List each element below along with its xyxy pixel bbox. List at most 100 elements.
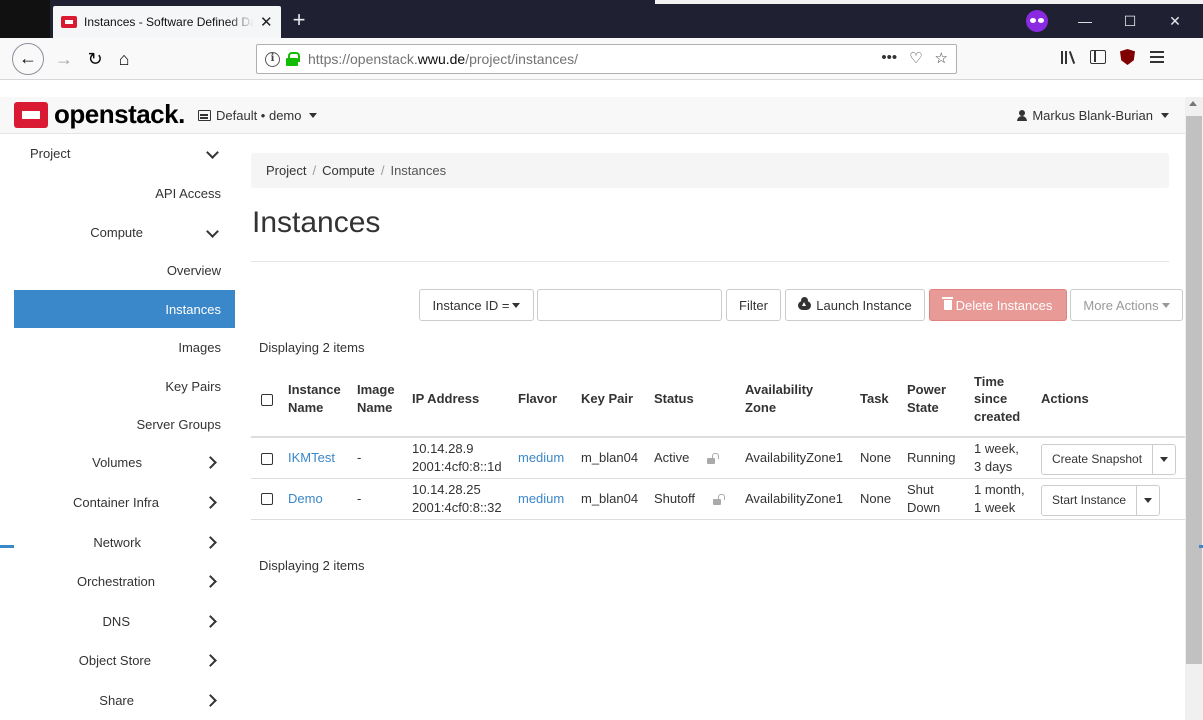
row-action-group: Create Snapshot bbox=[1041, 443, 1177, 475]
column-instance-name[interactable]: Instance Name bbox=[284, 362, 353, 438]
sidebar-item-instances[interactable]: Instances bbox=[14, 290, 235, 328]
sidebar-item-overview[interactable]: Overview bbox=[14, 251, 235, 289]
hamburger-menu-icon[interactable] bbox=[1149, 50, 1165, 64]
unlocked-icon bbox=[712, 493, 725, 505]
bookmark-star-icon[interactable]: ☆ bbox=[935, 49, 948, 67]
library-icon[interactable] bbox=[1060, 50, 1076, 64]
scrollbar-thumb[interactable] bbox=[1186, 116, 1202, 664]
page-title: Instances bbox=[252, 206, 381, 239]
sidebar-item-label: Overview bbox=[166, 262, 221, 278]
breadcrumb-compute[interactable]: Compute bbox=[322, 163, 375, 178]
openstack-logo[interactable]: openstack. bbox=[14, 99, 185, 130]
caret-down-icon bbox=[1144, 497, 1153, 503]
page-actions-icon[interactable]: ••• bbox=[881, 49, 897, 67]
sidebar-item-network[interactable]: Network bbox=[14, 523, 235, 561]
sidebar-item-object-store[interactable]: Object Store bbox=[14, 641, 235, 679]
browser-tab[interactable]: Instances - Software Defined Datacenter … bbox=[53, 6, 281, 38]
filter-button[interactable]: Filter bbox=[726, 289, 781, 321]
secure-lock-icon[interactable] bbox=[286, 52, 300, 66]
window-minimize-button[interactable]: — bbox=[1065, 8, 1105, 34]
column-task[interactable]: Task bbox=[856, 362, 903, 438]
sidebar-item-volumes[interactable]: Volumes bbox=[14, 443, 235, 481]
column-key-pair[interactable]: Key Pair bbox=[577, 362, 650, 438]
column-ip-address[interactable]: IP Address bbox=[408, 362, 514, 438]
sidebar-item-label: Object Store bbox=[78, 652, 151, 668]
breadcrumb-project[interactable]: Project bbox=[266, 163, 306, 178]
launch-instance-button[interactable]: Launch Instance bbox=[785, 289, 925, 321]
sidebar-item-project[interactable]: Project bbox=[14, 134, 235, 172]
column-time-since-created[interactable]: Time since created bbox=[970, 362, 1037, 438]
sidebar-item-label: Network bbox=[93, 534, 141, 550]
sidebar-nav: Project API Access Compute Overview Instance… bbox=[14, 134, 235, 720]
sidebar-item-container-infra[interactable]: Container Infra bbox=[14, 483, 235, 521]
column-flavor[interactable]: Flavor bbox=[514, 362, 577, 438]
ip-address: 10.14.28.9 2001:4cf0:8::1d bbox=[408, 437, 514, 479]
url-text[interactable]: https://openstack.wwu.de/project/instanc… bbox=[308, 51, 578, 67]
sidebar-item-orchestration[interactable]: Orchestration bbox=[14, 562, 235, 600]
select-all-checkbox[interactable] bbox=[261, 393, 273, 406]
more-actions-button[interactable]: More Actions bbox=[1070, 289, 1183, 321]
back-arrow-icon[interactable]: ← bbox=[12, 43, 44, 75]
sidebar-item-label: Orchestration bbox=[76, 573, 155, 589]
status: Active bbox=[650, 437, 741, 479]
column-image-name[interactable]: Image Name bbox=[353, 362, 408, 438]
key-pair: m_blan04 bbox=[577, 478, 650, 520]
sidebar-item-compute[interactable]: Compute bbox=[14, 213, 235, 251]
delete-instances-button[interactable]: Delete Instances bbox=[929, 289, 1067, 321]
tab-close-icon[interactable]: ✕ bbox=[260, 15, 273, 30]
caret-down-icon bbox=[1161, 113, 1169, 118]
sidebar-toggle-icon[interactable] bbox=[1090, 50, 1106, 64]
column-actions: Actions bbox=[1037, 362, 1185, 438]
scroll-up-arrow-icon[interactable] bbox=[1189, 101, 1197, 106]
column-power-state[interactable]: Power State bbox=[903, 362, 970, 438]
column-availability-zone[interactable]: Availability Zone bbox=[741, 362, 856, 438]
row-action-dropdown[interactable] bbox=[1152, 444, 1176, 474]
sidebar-item-images[interactable]: Images bbox=[14, 328, 235, 366]
chevron-right-icon bbox=[206, 495, 220, 509]
display-count-bottom: Displaying 2 items bbox=[259, 558, 365, 573]
sidebar-item-label: API Access bbox=[155, 185, 221, 201]
filter-input[interactable] bbox=[537, 289, 722, 321]
address-bar[interactable]: i https://openstack.wwu.de/project/insta… bbox=[256, 44, 957, 74]
flavor-link[interactable]: medium bbox=[518, 450, 564, 465]
chevron-right-icon bbox=[206, 614, 220, 628]
window-maximize-button[interactable]: ☐ bbox=[1110, 8, 1150, 34]
home-icon[interactable]: ⌂ bbox=[112, 45, 136, 73]
availability-zone: AvailabilityZone1 bbox=[741, 478, 856, 520]
table-row: IKMTest -10.14.28.9 2001:4cf0:8::1d medium m… bbox=[251, 437, 1185, 479]
column-status[interactable]: Status bbox=[650, 362, 741, 438]
key-pair: m_blan04 bbox=[577, 437, 650, 479]
caret-down-icon bbox=[1161, 302, 1170, 308]
ublock-shield-icon[interactable] bbox=[1120, 49, 1135, 65]
project-switcher[interactable]: Default • demo bbox=[198, 108, 318, 123]
window-close-button[interactable]: ✕ bbox=[1155, 8, 1195, 34]
user-menu[interactable]: Markus Blank-Burian bbox=[1017, 108, 1169, 123]
instance-name-link[interactable]: IKMTest bbox=[288, 450, 335, 465]
power-state: Shut Down bbox=[903, 478, 970, 520]
sidebar-item-label: Compute bbox=[90, 224, 143, 240]
sidebar-item-share[interactable]: Share bbox=[14, 681, 235, 719]
new-tab-button[interactable]: + bbox=[287, 9, 311, 33]
sidebar-item-api-access[interactable]: API Access bbox=[14, 174, 235, 212]
sidebar-item-dns[interactable]: DNS bbox=[14, 602, 235, 640]
flavor-link[interactable]: medium bbox=[518, 491, 564, 506]
sidebar-item-key-pairs[interactable]: Key Pairs bbox=[14, 367, 235, 405]
trash-icon bbox=[942, 297, 954, 310]
sidebar-item-server-groups[interactable]: Server Groups bbox=[14, 405, 235, 443]
caret-down-icon bbox=[309, 113, 318, 118]
filter-field-select[interactable]: Instance ID = bbox=[419, 289, 534, 321]
row-action-dropdown[interactable] bbox=[1136, 485, 1160, 515]
pocket-icon[interactable]: ♡ bbox=[909, 49, 922, 67]
task: None bbox=[856, 478, 903, 520]
info-icon[interactable]: i bbox=[265, 51, 280, 67]
instance-name-link[interactable]: Demo bbox=[288, 491, 323, 506]
reload-icon[interactable]: ↻ bbox=[83, 45, 107, 73]
row-checkbox[interactable] bbox=[261, 493, 273, 506]
row-action-button[interactable]: Start Instance bbox=[1042, 485, 1137, 515]
row-checkbox[interactable] bbox=[261, 452, 273, 465]
row-action-button[interactable]: Create Snapshot bbox=[1042, 444, 1153, 474]
forward-arrow-icon[interactable]: → bbox=[52, 45, 76, 73]
chevron-down-icon bbox=[206, 227, 220, 241]
sidebar-item-label: Key Pairs bbox=[165, 378, 221, 394]
cloud-upload-icon bbox=[798, 296, 812, 310]
